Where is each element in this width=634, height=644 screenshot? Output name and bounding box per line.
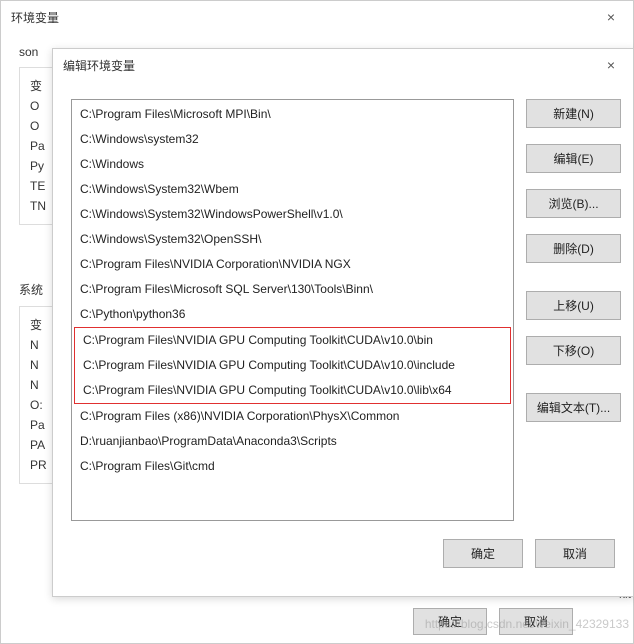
list-item[interactable]: C:\Program Files\Git\cmd [72, 454, 513, 479]
list-item[interactable]: C:\Program Files\NVIDIA GPU Computing To… [75, 328, 510, 353]
list-item[interactable]: C:\Program Files\Microsoft SQL Server\13… [72, 277, 513, 302]
browse-button[interactable]: 浏览(B)... [526, 189, 621, 218]
list-item[interactable]: C:\Program Files (x86)\NVIDIA Corporatio… [72, 404, 513, 429]
edit-env-var-dialog: 编辑环境变量 × C:\Program Files\Microsoft MPI\… [52, 48, 634, 597]
cancel-button[interactable]: 取消 [535, 539, 615, 568]
highlighted-group: C:\Program Files\NVIDIA GPU Computing To… [74, 327, 511, 404]
edit-button[interactable]: 编辑(E) [526, 144, 621, 173]
new-button[interactable]: 新建(N) [526, 99, 621, 128]
delete-button[interactable]: 删除(D) [526, 234, 621, 263]
inner-body: C:\Program Files\Microsoft MPI\Bin\ C:\W… [53, 81, 633, 531]
list-item[interactable]: C:\Program Files\Microsoft MPI\Bin\ [72, 102, 513, 127]
list-item[interactable]: C:\Windows\System32\OpenSSH\ [72, 227, 513, 252]
list-item[interactable]: C:\Program Files\NVIDIA GPU Computing To… [75, 378, 510, 403]
move-down-button[interactable]: 下移(O) [526, 336, 621, 365]
move-up-button[interactable]: 上移(U) [526, 291, 621, 320]
inner-title: 编辑环境变量 [63, 57, 135, 74]
inner-titlebar: 编辑环境变量 × [53, 49, 633, 81]
button-column: 新建(N) 编辑(E) 浏览(B)... 删除(D) 上移(U) 下移(O) 编… [526, 99, 621, 521]
close-icon[interactable]: × [599, 55, 623, 75]
edit-text-button[interactable]: 编辑文本(T)... [526, 393, 621, 422]
outer-title: 环境变量 [11, 9, 59, 26]
list-item[interactable]: C:\Windows\system32 [72, 127, 513, 152]
close-icon[interactable]: × [599, 7, 623, 27]
ok-button[interactable]: 确定 [443, 539, 523, 568]
list-item[interactable]: C:\Program Files\NVIDIA GPU Computing To… [75, 353, 510, 378]
list-item[interactable]: C:\Windows [72, 152, 513, 177]
outer-titlebar: 环境变量 × [1, 1, 633, 33]
outer-cancel-button[interactable]: 取消 [499, 608, 573, 635]
inner-footer: 确定 取消 [53, 531, 633, 582]
path-list[interactable]: C:\Program Files\Microsoft MPI\Bin\ C:\W… [71, 99, 514, 521]
outer-ok-button[interactable]: 确定 [413, 608, 487, 635]
list-item[interactable]: C:\Program Files\NVIDIA Corporation\NVID… [72, 252, 513, 277]
list-item[interactable]: D:\ruanjianbao\ProgramData\Anaconda3\Scr… [72, 429, 513, 454]
list-item[interactable]: C:\Windows\System32\WindowsPowerShell\v1… [72, 202, 513, 227]
list-item[interactable]: C:\Python\python36 [72, 302, 513, 327]
list-item[interactable]: C:\Windows\System32\Wbem [72, 177, 513, 202]
outer-footer: 确定 取消 [413, 608, 573, 635]
